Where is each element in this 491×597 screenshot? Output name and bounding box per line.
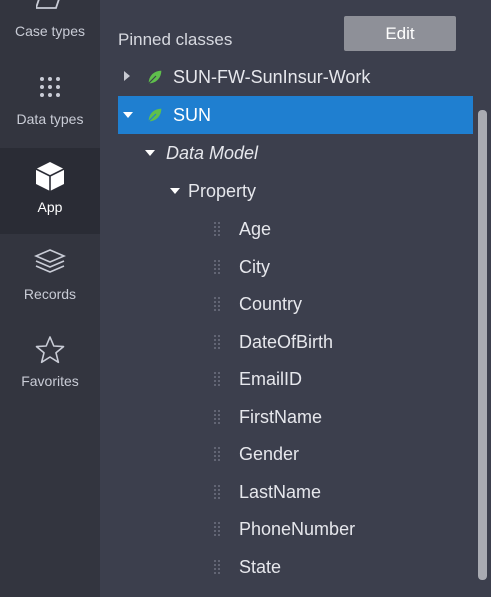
drag-handle-icon[interactable] <box>214 259 220 274</box>
drag-handle-icon[interactable] <box>214 222 220 236</box>
case-types-icon <box>0 0 100 15</box>
leaf-icon <box>146 106 164 129</box>
collapse-caret-icon[interactable] <box>145 150 155 156</box>
drag-handle-icon[interactable] <box>214 334 220 349</box>
nav-data-types-label: Data types <box>16 111 84 127</box>
nav-case-types-label: Case types <box>14 23 86 39</box>
property-item[interactable]: State <box>118 548 473 586</box>
left-nav-rail: Case types Data types App Records Favori… <box>0 0 100 597</box>
drag-handle-icon[interactable] <box>214 372 220 386</box>
property-item[interactable]: Country <box>118 285 473 323</box>
property-item-label: City <box>239 256 270 277</box>
collapse-caret-icon[interactable] <box>123 112 133 118</box>
property-item[interactable]: EmailID <box>118 360 473 398</box>
property-item[interactable]: Gender <box>118 435 473 473</box>
nav-favorites-label: Favorites <box>21 373 79 389</box>
property-item-label: PhoneNumber <box>239 519 356 539</box>
nav-records-label: Records <box>23 286 77 302</box>
tree-data-model-row[interactable]: Data Model <box>118 134 473 172</box>
tree-class-label: SUN <box>173 105 212 125</box>
nav-app[interactable]: App <box>0 148 100 234</box>
nav-records[interactable]: Records <box>0 238 100 324</box>
data-model-label: Data Model <box>166 143 259 163</box>
property-item-label: FirstName <box>239 406 323 427</box>
drag-handle-icon[interactable] <box>214 559 220 574</box>
panel-title: Pinned classes <box>118 30 233 49</box>
property-item-label: Gender <box>239 444 300 464</box>
property-item[interactable]: LastName <box>118 473 473 511</box>
nav-case-types[interactable]: Case types <box>0 0 100 66</box>
drag-handle-icon[interactable] <box>214 297 220 311</box>
property-item-label: Age <box>239 219 272 239</box>
property-item[interactable]: City <box>118 248 473 286</box>
data-types-icon <box>0 74 100 103</box>
drag-handle-icon[interactable] <box>214 447 220 461</box>
leaf-icon <box>146 68 164 91</box>
tree-class-label: SUN-FW-SunInsur-Work <box>173 67 371 87</box>
tree-class-row-selected[interactable]: SUN <box>118 96 473 134</box>
drag-handle-icon[interactable] <box>214 522 220 536</box>
app-cube-icon <box>0 160 100 195</box>
drag-handle-icon[interactable] <box>214 484 220 499</box>
property-item-label: Country <box>239 294 303 314</box>
property-item-label: LastName <box>239 481 322 502</box>
nav-data-types[interactable]: Data types <box>0 66 100 152</box>
nav-app-label: App <box>37 199 63 215</box>
records-stack-icon <box>0 248 100 277</box>
property-label: Property <box>188 181 257 201</box>
property-item[interactable]: DateOfBirth <box>118 323 473 361</box>
property-item-label: DateOfBirth <box>239 331 334 352</box>
pinned-classes-panel: Pinned classes Edit SUN-FW-SunInsur-Work… <box>100 0 491 597</box>
edit-button[interactable]: Edit <box>344 16 456 51</box>
tree-class-row[interactable]: SUN-FW-SunInsur-Work <box>118 58 473 96</box>
property-item-label: EmailID <box>239 369 303 389</box>
tree-property-row[interactable]: Property <box>118 172 473 210</box>
expand-caret-icon[interactable] <box>124 71 130 81</box>
collapse-caret-icon[interactable] <box>170 188 180 194</box>
drag-handle-icon[interactable] <box>214 409 220 424</box>
property-item[interactable]: PhoneNumber <box>118 510 473 548</box>
property-item[interactable]: FirstName <box>118 398 473 436</box>
favorites-star-icon <box>0 335 100 368</box>
property-item-label: State <box>239 556 282 577</box>
nav-favorites[interactable]: Favorites <box>0 325 100 411</box>
property-item[interactable]: Age <box>118 210 473 248</box>
vertical-scrollbar[interactable] <box>478 110 487 580</box>
